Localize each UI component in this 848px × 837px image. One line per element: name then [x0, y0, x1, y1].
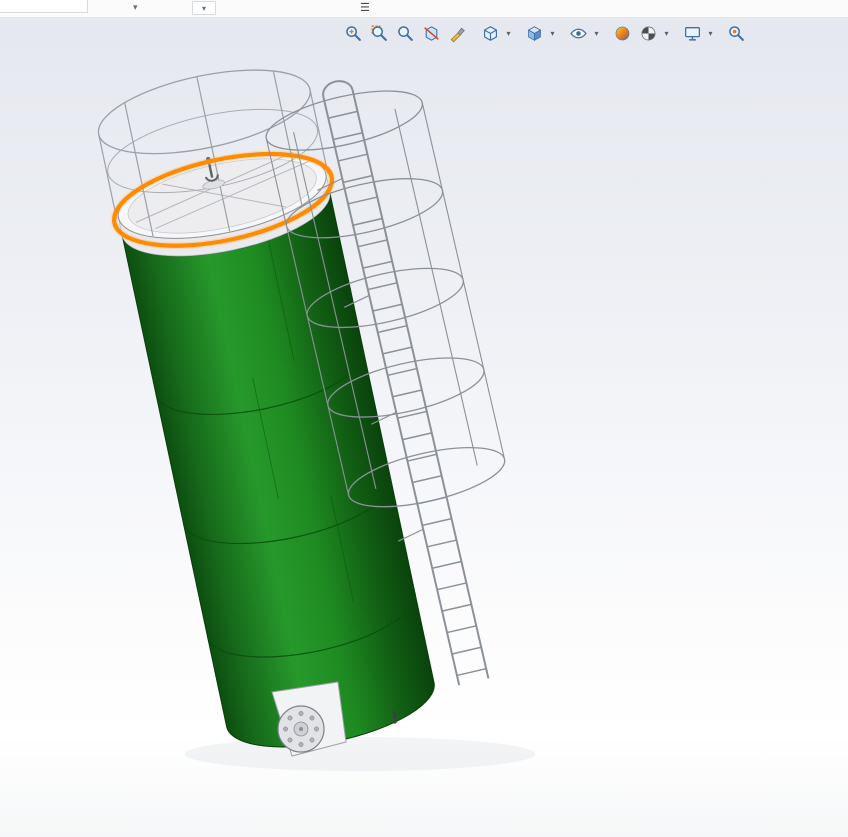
- hide-show-items-icon[interactable]: [566, 21, 590, 45]
- toolbar-mini-button[interactable]: ▾: [192, 1, 216, 15]
- view-orientation-icon[interactable]: [478, 21, 502, 45]
- display-style-dropdown-caret[interactable]: ▾: [548, 29, 557, 38]
- edit-appearance-icon[interactable]: [610, 21, 634, 45]
- zoom-icon[interactable]: [724, 21, 748, 45]
- toolbar-dropdown-caret[interactable]: ▾: [133, 1, 138, 13]
- toolbar-button-slot[interactable]: [29, 0, 59, 13]
- menu-bar-remnant: ▾ ▾ ☰: [0, 0, 848, 18]
- tank-shell[interactable]: [122, 192, 441, 763]
- ladder-top-arc: [321, 78, 353, 96]
- hide-show-items-dropdown-caret[interactable]: ▾: [592, 29, 601, 38]
- toolbar-button-slot[interactable]: [58, 0, 88, 13]
- graphics-area[interactable]: [0, 0, 848, 837]
- dynamic-annotation-views-icon[interactable]: [445, 21, 469, 45]
- heads-up-toolbar: ▾ ▾ ▾ ▾ ▾: [341, 21, 748, 45]
- view-settings-dropdown-caret[interactable]: ▾: [706, 29, 715, 38]
- flyout-handle-icon[interactable]: ☰: [360, 0, 370, 16]
- flange-center: [299, 727, 303, 731]
- display-style-icon[interactable]: [522, 21, 546, 45]
- tank-model[interactable]: [88, 54, 446, 764]
- apply-scene-icon[interactable]: [636, 21, 660, 45]
- view-orientation-dropdown-caret[interactable]: ▾: [504, 29, 513, 38]
- toolbar-button-slot[interactable]: [0, 0, 30, 13]
- previous-view-icon[interactable]: [393, 21, 417, 45]
- zoom-to-area-icon[interactable]: [367, 21, 391, 45]
- floor-shadow: [185, 737, 535, 771]
- zoom-to-fit-icon[interactable]: [341, 21, 365, 45]
- mini-caret-icon: ▾: [202, 4, 206, 13]
- view-settings-icon[interactable]: [680, 21, 704, 45]
- apply-scene-dropdown-caret[interactable]: ▾: [662, 29, 671, 38]
- section-view-icon[interactable]: [419, 21, 443, 45]
